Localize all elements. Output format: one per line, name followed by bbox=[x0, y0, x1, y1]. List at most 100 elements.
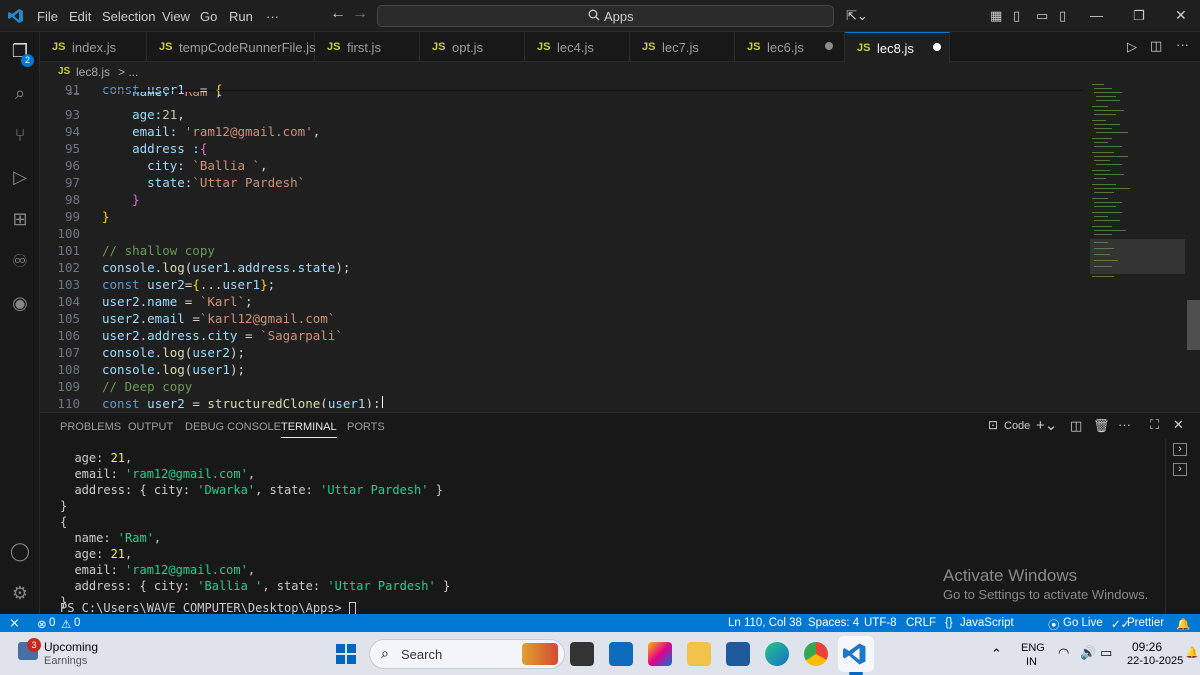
run-debug-icon[interactable]: ▷ bbox=[9, 166, 31, 188]
panel-tab-problems[interactable]: PROBLEMS bbox=[60, 421, 121, 433]
ms-store-icon[interactable] bbox=[726, 642, 750, 666]
widget-title[interactable]: Upcoming bbox=[44, 640, 98, 654]
tab-label: lec8.js bbox=[877, 41, 914, 56]
errors-count[interactable]: 0 bbox=[49, 617, 55, 629]
prettier[interactable]: Prettier bbox=[1127, 617, 1164, 629]
terminal-instance-icon[interactable]: › bbox=[1173, 443, 1187, 456]
run-code-icon[interactable]: ▷ bbox=[1127, 39, 1137, 55]
split-editor-icon[interactable]: ◫ bbox=[1150, 38, 1162, 54]
prompt-text: PS C:\Users\WAVE COMPUTER\Desktop\Apps> bbox=[60, 601, 349, 615]
forward-arrow-icon[interactable]: → bbox=[352, 5, 368, 23]
windows-start-icon[interactable] bbox=[336, 644, 356, 664]
terminal-instance-icon[interactable]: › bbox=[1173, 463, 1187, 476]
breadcrumb-file[interactable]: lec8.js bbox=[76, 65, 110, 79]
clock-time[interactable]: 09:26 bbox=[1132, 640, 1162, 654]
tab-lec7[interactable]: JS lec7.js bbox=[630, 32, 735, 62]
js-file-icon: JS bbox=[537, 41, 551, 53]
back-arrow-icon[interactable]: ← bbox=[330, 5, 346, 23]
more-actions-icon[interactable]: ··· bbox=[1176, 37, 1189, 52]
breadcrumb-more[interactable]: > ... bbox=[118, 65, 138, 79]
tab-lec8[interactable]: JS lec8.js bbox=[845, 32, 950, 62]
python-icon[interactable]: ♾ bbox=[9, 250, 31, 272]
panel-more-icon[interactable]: ··· bbox=[1118, 417, 1131, 432]
task-view-icon[interactable] bbox=[570, 642, 594, 666]
code-text: user2.address.city = `Sagarpali` bbox=[102, 328, 343, 343]
customize-layout-icon[interactable]: ▦ bbox=[990, 8, 1002, 24]
cursor-position[interactable]: Ln 110, Col 38 bbox=[728, 617, 802, 629]
outlook-icon[interactable] bbox=[609, 642, 633, 666]
tab-lec6[interactable]: JS lec6.js bbox=[735, 32, 845, 62]
tray-chevron-icon[interactable]: ⌃ bbox=[991, 646, 1002, 662]
quokka-icon[interactable]: ◉ bbox=[9, 292, 31, 314]
panel-tab-ports[interactable]: PORTS bbox=[347, 421, 385, 433]
unsaved-dot-icon[interactable] bbox=[825, 42, 833, 50]
toggle-sidebar-icon[interactable]: ▯ bbox=[1013, 8, 1020, 24]
menu-run[interactable]: Run bbox=[229, 9, 253, 24]
notification-center-icon[interactable]: 🔔 bbox=[1185, 646, 1199, 659]
terminal-launch-label[interactable]: Code bbox=[1004, 420, 1030, 432]
notifications-bell-icon[interactable]: 🔔 bbox=[1176, 617, 1190, 631]
js-file-icon: JS bbox=[432, 41, 446, 53]
copilot-icon[interactable]: ⇱⌄ bbox=[846, 8, 868, 24]
edge-icon[interactable] bbox=[765, 642, 789, 666]
indentation[interactable]: Spaces: 4 bbox=[808, 617, 859, 629]
encoding[interactable]: UTF-8 bbox=[864, 617, 897, 629]
close-window-icon[interactable]: ✕ bbox=[1175, 7, 1187, 24]
maximize-panel-icon[interactable]: ⛶ bbox=[1150, 417, 1159, 433]
js-file-icon: JS bbox=[58, 66, 71, 77]
close-panel-icon[interactable]: ✕ bbox=[1173, 417, 1184, 433]
language-braces-icon[interactable]: {} bbox=[945, 617, 953, 629]
tab-first[interactable]: JS first.js bbox=[315, 32, 420, 62]
menu-file[interactable]: File bbox=[37, 9, 58, 24]
warnings-count[interactable]: 0 bbox=[74, 617, 80, 629]
menu-edit[interactable]: Edit bbox=[69, 9, 91, 24]
language-mode[interactable]: JavaScript bbox=[960, 617, 1014, 629]
go-live[interactable]: Go Live bbox=[1063, 617, 1103, 629]
minimize-icon[interactable]: — bbox=[1090, 8, 1103, 23]
panel-tab-output[interactable]: OUTPUT bbox=[128, 421, 173, 433]
clock-date[interactable]: 22-10-2025 bbox=[1127, 655, 1183, 667]
volume-icon[interactable]: 🔊 bbox=[1080, 645, 1096, 661]
code-line-sticky: 92 name: 'Ram', bbox=[40, 92, 1080, 100]
line-ending[interactable]: CRLF bbox=[906, 617, 936, 629]
settings-gear-icon[interactable]: ⚙ bbox=[9, 582, 31, 604]
restore-icon[interactable]: ❐ bbox=[1133, 8, 1145, 24]
tab-tempcoderunnerfile[interactable]: JS tempCodeRunnerFile.js bbox=[147, 32, 316, 62]
search-view-icon[interactable]: ⌕ bbox=[9, 82, 31, 104]
menu-selection[interactable]: Selection bbox=[102, 9, 155, 24]
language-secondary[interactable]: IN bbox=[1026, 656, 1037, 668]
copilot-app-icon[interactable] bbox=[648, 642, 672, 666]
menu-view[interactable]: View bbox=[162, 9, 190, 24]
toggle-secondary-sidebar-icon[interactable]: ▯ bbox=[1059, 8, 1066, 24]
menu-more[interactable]: ··· bbox=[266, 9, 279, 24]
widget-subtitle[interactable]: Earnings bbox=[44, 655, 87, 667]
panel-tab-terminal[interactable]: TERMINAL bbox=[281, 421, 337, 438]
code-editor[interactable]: 91const user1 = { 92 name: 'Ram', 93 age… bbox=[40, 82, 1185, 408]
split-terminal-icon[interactable]: ◫ bbox=[1070, 418, 1082, 434]
source-control-icon[interactable]: ⑂ bbox=[9, 124, 31, 146]
minimap[interactable] bbox=[1090, 82, 1185, 408]
extensions-icon[interactable]: ⊞ bbox=[9, 208, 31, 230]
tab-opt[interactable]: JS opt.js bbox=[420, 32, 525, 62]
battery-icon[interactable]: ▭ bbox=[1100, 645, 1112, 661]
panel-tab-debug-console[interactable]: DEBUG CONSOLE bbox=[185, 421, 281, 433]
tab-lec4[interactable]: JS lec4.js bbox=[525, 32, 630, 62]
language-primary[interactable]: ENG bbox=[1021, 642, 1045, 654]
tab-index[interactable]: JS index.js bbox=[40, 32, 147, 62]
unsaved-dot-icon[interactable] bbox=[933, 43, 941, 51]
new-terminal-icon[interactable]: +⌄ bbox=[1036, 416, 1057, 434]
editor-scrollbar[interactable] bbox=[1187, 300, 1200, 350]
vscode-taskbar-icon[interactable] bbox=[843, 642, 867, 666]
go-live-icon[interactable]: ⦿ bbox=[1048, 617, 1060, 633]
kill-terminal-icon[interactable]: 🗑 bbox=[1093, 418, 1110, 434]
toggle-panel-icon[interactable]: ▭ bbox=[1036, 8, 1048, 24]
warnings-icon[interactable]: ⚠ bbox=[61, 617, 71, 631]
chrome-icon[interactable] bbox=[804, 642, 828, 666]
file-explorer-icon[interactable] bbox=[687, 642, 711, 666]
remote-icon[interactable]: ⨯ bbox=[9, 615, 20, 631]
terminal-launch-icon[interactable]: ⊡ bbox=[988, 418, 998, 432]
menu-go[interactable]: Go bbox=[200, 9, 217, 24]
errors-icon[interactable]: ⊗ bbox=[37, 617, 47, 631]
wifi-icon[interactable]: ◠ bbox=[1058, 645, 1069, 661]
account-icon[interactable]: ◯ bbox=[9, 540, 31, 562]
